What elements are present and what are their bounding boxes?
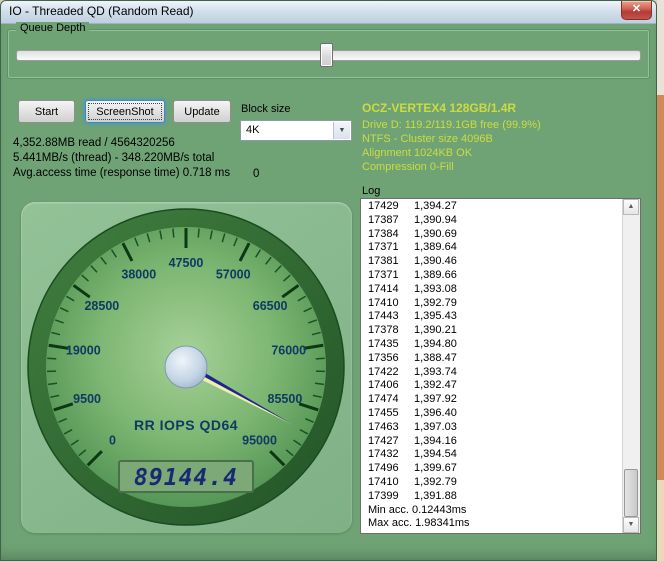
- log-row[interactable]: 17410 1,392.79: [368, 476, 623, 490]
- svg-text:47500: 47500: [169, 256, 204, 270]
- svg-text:9500: 9500: [73, 392, 101, 406]
- window-title: IO - Threaded QD (Random Read): [9, 4, 194, 18]
- log-list: 17429 1,394.27 17387 1,390.94 17384 1,390.69 1…: [361, 199, 623, 533]
- svg-text:0: 0: [109, 434, 116, 448]
- log-row[interactable]: 17496 1,399.67: [368, 462, 623, 476]
- scroll-up-button[interactable]: ▲: [623, 199, 639, 215]
- drive-line: Alignment 1024KB OK: [362, 147, 473, 159]
- log-row[interactable]: 17429 1,394.27: [368, 200, 623, 214]
- drive-line: Compression 0-Fill: [362, 161, 454, 173]
- update-button[interactable]: Update: [173, 100, 231, 123]
- gauge-panel: 0 9500 19000 28500 38000 47500 57000 66500 76000…: [21, 202, 352, 533]
- log-scrollbar[interactable]: ▲ ▼: [622, 199, 640, 533]
- scroll-up-icon: ▲: [627, 203, 635, 210]
- log-row[interactable]: 17422 1,393.74: [368, 366, 623, 380]
- start-button[interactable]: Start: [18, 100, 75, 123]
- queue-depth-groupbox: Queue Depth: [7, 22, 650, 79]
- log-label: Log: [362, 185, 381, 197]
- log-row[interactable]: 17463 1,397.03: [368, 421, 623, 435]
- log-row[interactable]: 17414 1,393.08: [368, 283, 623, 297]
- svg-text:66500: 66500: [253, 299, 288, 313]
- log-listbox[interactable]: 17429 1,394.27 17387 1,390.94 17384 1,390.69 1…: [360, 198, 641, 534]
- log-row[interactable]: 17410 1,392.79: [368, 297, 623, 311]
- lcd-value: 89144.4: [134, 465, 238, 491]
- drive-info: OCZ-VERTEX4 128GB/1.4R Drive D: 119.2/11…: [362, 101, 541, 174]
- log-row[interactable]: 17474 1,397.92: [368, 393, 623, 407]
- svg-text:85500: 85500: [268, 392, 303, 406]
- block-size-value: 4K: [246, 124, 260, 136]
- log-footer-row[interactable]: Min acc. 0.12443ms: [368, 504, 623, 518]
- svg-text:76000: 76000: [271, 344, 306, 358]
- desktop-strip-segment: [657, 0, 664, 95]
- log-row[interactable]: 17435 1,394.80: [368, 338, 623, 352]
- log-row[interactable]: 17443 1,395.43: [368, 310, 623, 324]
- log-row[interactable]: 17387 1,390.94: [368, 214, 623, 228]
- stat-read-total: 4,352.88MB read / 4564320256: [13, 137, 175, 149]
- app-window: IO - Threaded QD (Random Read) ✕ Queue D…: [0, 0, 657, 561]
- queue-depth-slider-thumb[interactable]: [320, 43, 333, 67]
- titlebar[interactable]: IO - Threaded QD (Random Read) ✕: [1, 1, 656, 24]
- scroll-down-button[interactable]: ▼: [623, 517, 639, 533]
- log-row[interactable]: 17432 1,394.54: [368, 448, 623, 462]
- block-size-label: Block size: [241, 103, 291, 115]
- log-row[interactable]: 17356 1,388.47: [368, 352, 623, 366]
- log-row[interactable]: 17455 1,396.40: [368, 407, 623, 421]
- scroll-down-icon: ▼: [627, 521, 635, 528]
- gauge: 0 9500 19000 28500 38000 47500 57000 66500 76000…: [27, 208, 345, 526]
- scroll-thumb[interactable]: [624, 469, 638, 517]
- screenshot-button[interactable]: ScreenShot: [85, 100, 165, 123]
- close-button[interactable]: ✕: [621, 1, 652, 20]
- desktop-strip-segment: [657, 95, 664, 480]
- screen: IO - Threaded QD (Random Read) ✕ Queue D…: [0, 0, 664, 561]
- log-row[interactable]: 17384 1,390.69: [368, 228, 623, 242]
- stat-access-time: Avg.access time (response time) 0.718 ms: [13, 167, 231, 179]
- chevron-down-icon: ▼: [338, 127, 346, 134]
- log-row[interactable]: 17427 1,394.16: [368, 435, 623, 449]
- lcd-display: 89144.4: [118, 460, 254, 493]
- combo-arrow-button[interactable]: ▼: [333, 122, 350, 139]
- desktop-background-strip: [657, 0, 664, 561]
- queue-depth-label: Queue Depth: [16, 22, 90, 34]
- log-row[interactable]: 17399 1,391.88: [368, 490, 623, 504]
- log-row[interactable]: 17371 1,389.64: [368, 241, 623, 255]
- log-row[interactable]: 17378 1,390.21: [368, 324, 623, 338]
- log-footer-row[interactable]: Max acc. 1.98341ms: [368, 517, 623, 531]
- stat-throughput: 5.441MB/s (thread) - 348.220MB/s total: [13, 152, 215, 164]
- svg-text:57000: 57000: [216, 267, 251, 281]
- svg-text:19000: 19000: [66, 344, 101, 358]
- desktop-strip-segment: [657, 480, 664, 561]
- drive-line: NTFS - Cluster size 4096B: [362, 133, 493, 145]
- gauge-title: RR IOPS QD64: [134, 417, 238, 433]
- log-row[interactable]: 17406 1,392.47: [368, 379, 623, 393]
- log-row[interactable]: 17381 1,390.46: [368, 255, 623, 269]
- block-size-select[interactable]: 4K ▼: [240, 120, 352, 141]
- svg-text:95000: 95000: [242, 434, 277, 448]
- stat-counter: 0: [253, 168, 260, 180]
- svg-text:38000: 38000: [121, 267, 156, 281]
- log-row[interactable]: 17371 1,389.66: [368, 269, 623, 283]
- drive-title: OCZ-VERTEX4 128GB/1.4R: [362, 101, 517, 115]
- close-icon: ✕: [631, 3, 642, 15]
- drive-line: Drive D: 119.2/119.1GB free (99.9%): [362, 119, 541, 131]
- svg-text:28500: 28500: [84, 299, 119, 313]
- stats-block: 4,352.88MB read / 4564320256 5.441MB/s (…: [13, 136, 230, 181]
- gauge-hub: [164, 345, 208, 389]
